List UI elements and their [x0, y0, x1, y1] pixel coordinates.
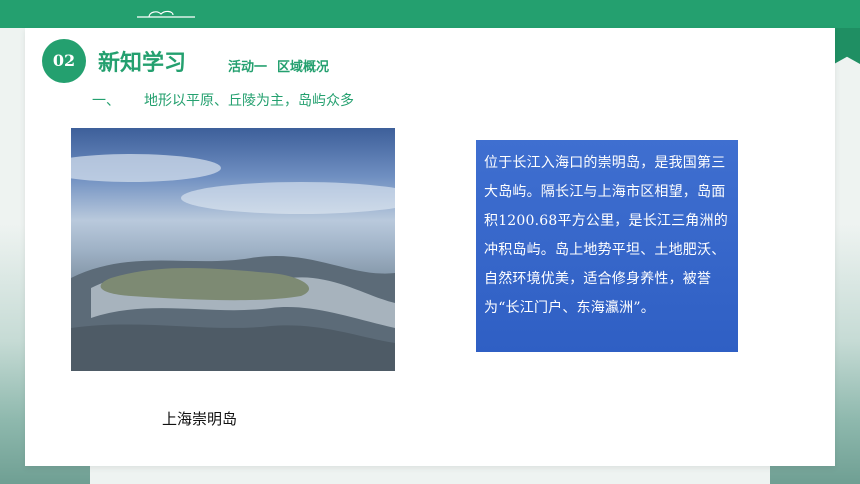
page-title: 新知学习: [98, 51, 187, 76]
info-text-box: 位于长江入海口的崇明岛，是我国第三大岛屿。隔长江与上海市区相望，岛面积1200.…: [476, 140, 738, 352]
photo-caption: 上海崇明岛: [162, 410, 238, 428]
section-heading: 一、 地形以平原、丘陵为主，岛屿众多: [92, 90, 354, 110]
top-banner: [0, 0, 860, 28]
aerial-photo-chongming-island: [71, 128, 395, 371]
activity-name: 活动一: [228, 60, 268, 75]
section-heading-text: 地形以平原、丘陵为主，岛屿众多: [144, 93, 354, 109]
activity-label: 活动一 区域概况: [228, 56, 339, 75]
aerial-photo-illustration: [71, 154, 395, 371]
info-paragraph: 位于长江入海口的崇明岛，是我国第三大岛屿。隔长江与上海市区相望，岛面积1200.…: [484, 155, 728, 316]
cloud-ornament-icon: [137, 10, 195, 18]
activity-topic: 区域概况: [277, 60, 330, 75]
section-number: 一、: [92, 93, 120, 109]
section-number-badge: 02: [42, 39, 86, 83]
corner-ribbon: [834, 28, 860, 64]
